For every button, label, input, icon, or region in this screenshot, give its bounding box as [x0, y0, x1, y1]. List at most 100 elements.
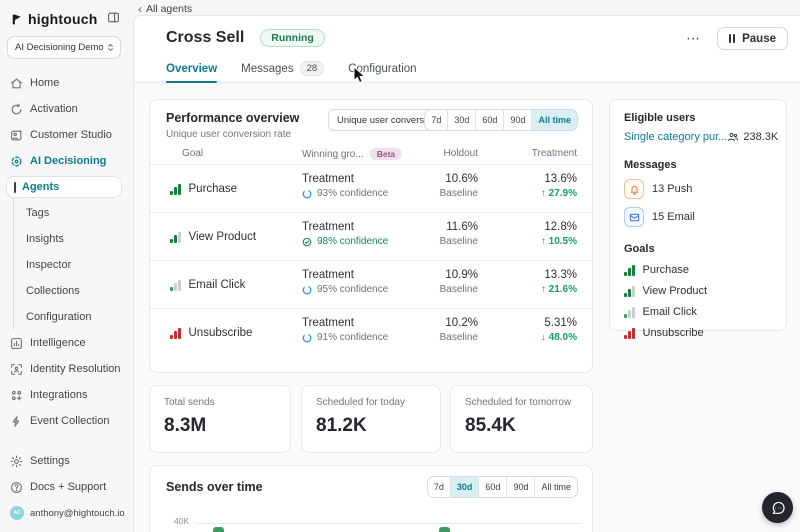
range-90d-button[interactable]: 90d	[503, 110, 531, 130]
stat-label: Total sends	[164, 397, 215, 408]
sidebar-item-integrations[interactable]: Integrations	[0, 382, 128, 408]
email-messages-row: 15 Email	[624, 207, 772, 227]
collapse-sidebar-icon[interactable]	[107, 11, 120, 24]
goal-item-view-product: View Product	[624, 285, 772, 297]
goal-bars-icon	[170, 328, 181, 339]
customer-studio-icon	[10, 129, 23, 142]
beta-badge: Beta	[370, 148, 402, 160]
sidebar-item-agents[interactable]: Agents	[6, 176, 122, 198]
agent-page: Cross Sell Running ⋯ Pause Overview Mess…	[133, 15, 800, 532]
y-axis-tick: 40K	[174, 516, 189, 526]
table-row-purchase[interactable]: Purchase Treatment 93% confidence 10.6%B…	[150, 164, 592, 212]
hightouch-logo-icon	[10, 13, 23, 26]
table-row-email-click[interactable]: Email Click Treatment 95% confidence 10.…	[150, 260, 592, 308]
messages-heading: Messages	[624, 159, 772, 171]
overflow-menu-icon[interactable]: ⋯	[686, 30, 701, 47]
chart-bar	[439, 527, 450, 532]
tab-overview[interactable]: Overview	[166, 61, 217, 82]
sidebar-item-collections[interactable]: Collections	[0, 278, 128, 304]
range-all-time-button[interactable]: All time	[534, 477, 577, 497]
avatar: AC	[10, 506, 24, 520]
tab-bar: Overview Messages 28 Configuration	[134, 61, 800, 83]
lift-up: ↑ 10.5%	[499, 236, 577, 247]
goal-bars-icon	[170, 280, 181, 291]
sends-range-selector: 7d 30d 60d 90d All time	[427, 476, 578, 498]
sidebar-item-inspector[interactable]: Inspector	[0, 252, 128, 278]
lift-up: ↑ 27.9%	[499, 188, 577, 199]
back-chevron-icon: ‹	[138, 4, 142, 14]
table-row-view-product[interactable]: View Product Treatment 98% confidence 11…	[150, 212, 592, 260]
sidebar-item-customer-studio[interactable]: Customer Studio	[0, 122, 128, 148]
gear-icon	[10, 455, 23, 468]
event-collection-icon	[10, 415, 23, 428]
messages-count-badge: 28	[300, 61, 325, 76]
range-90d-button[interactable]: 90d	[506, 477, 534, 497]
performance-subtitle: Unique user conversion rate	[166, 129, 291, 140]
performance-overview-card: Performance overview Unique user convers…	[149, 99, 593, 373]
audience-link[interactable]: Single category pur...	[624, 131, 727, 143]
sidebar: hightouch AI Decisioning Demo - ... Home…	[0, 0, 128, 532]
bell-icon	[629, 184, 640, 195]
push-chip	[624, 179, 644, 199]
sidebar-item-configuration[interactable]: Configuration	[0, 304, 128, 330]
agent-summary-card: Eligible users Single category pur... 23…	[609, 99, 787, 331]
ai-decisioning-icon	[10, 155, 23, 168]
audience-count: 238.3K	[743, 131, 778, 143]
chart-bar	[213, 527, 224, 532]
sidebar-item-account[interactable]: AC anthony@hightouch.io	[0, 500, 128, 526]
performance-range-selector: 7d 30d 60d 90d All time	[424, 109, 578, 131]
range-7d-button[interactable]: 7d	[425, 110, 447, 130]
range-all-time-button[interactable]: All time	[531, 110, 577, 130]
users-icon	[727, 131, 739, 143]
tab-configuration[interactable]: Configuration	[348, 61, 416, 82]
agent-header: Cross Sell Running ⋯ Pause Overview Mess…	[134, 16, 800, 83]
sidebar-item-tags[interactable]: Tags	[0, 200, 128, 226]
stat-value: 8.3M	[164, 415, 206, 437]
goal-bars-icon	[170, 184, 181, 195]
home-icon	[10, 77, 23, 90]
sidebar-item-intelligence[interactable]: Intelligence	[0, 330, 128, 356]
sidebar-item-ai-decisioning[interactable]: AI Decisioning	[0, 148, 128, 174]
integrations-icon	[10, 389, 23, 402]
tab-messages[interactable]: Messages 28	[241, 61, 324, 82]
sidebar-item-settings[interactable]: Settings	[0, 448, 128, 474]
sidebar-item-event-collection[interactable]: Event Collection	[0, 408, 128, 434]
confidence-check-icon	[302, 237, 312, 247]
goal-bars-icon	[170, 232, 181, 243]
range-30d-button[interactable]: 30d	[450, 477, 479, 497]
overview-content: Performance overview Unique user convers…	[134, 83, 800, 532]
stat-label: Scheduled for today	[316, 397, 405, 408]
scheduled-tomorrow-card: Scheduled for tomorrow 85.4K	[450, 385, 593, 453]
scheduled-today-card: Scheduled for today 81.2K	[301, 385, 441, 453]
total-sends-card: Total sends 8.3M	[149, 385, 291, 453]
goal-bars-icon	[624, 307, 635, 318]
lift-down: ↓ 48.0%	[499, 332, 577, 343]
goal-item-unsubscribe: Unsubscribe	[624, 327, 772, 339]
performance-title: Performance overview	[166, 111, 299, 125]
table-row-unsubscribe[interactable]: Unsubscribe Treatment 91% confidence 10.…	[150, 308, 592, 356]
chat-launcher-button[interactable]	[762, 492, 793, 523]
column-treatment: Treatment	[499, 148, 577, 159]
pause-button[interactable]: Pause	[717, 27, 788, 50]
workspace-selector[interactable]: AI Decisioning Demo - ...	[7, 36, 121, 59]
range-60d-button[interactable]: 60d	[475, 110, 503, 130]
sidebar-item-home[interactable]: Home	[0, 70, 128, 96]
sidebar-item-activation[interactable]: Activation	[0, 96, 128, 122]
range-60d-button[interactable]: 60d	[478, 477, 506, 497]
help-icon	[10, 481, 23, 494]
chevron-updown-icon	[106, 43, 115, 52]
goals-heading: Goals	[624, 243, 772, 255]
sidebar-item-docs-support[interactable]: Docs + Support	[0, 474, 128, 500]
sidebar-item-identity-resolution[interactable]: Identity Resolution	[0, 356, 128, 382]
gridline	[196, 523, 582, 524]
lift-up: ↑ 21.6%	[499, 284, 577, 295]
breadcrumb-all-agents[interactable]: ‹ All agents	[138, 3, 192, 15]
stat-label: Scheduled for tomorrow	[465, 397, 571, 408]
brand-name: hightouch	[28, 11, 97, 27]
range-30d-button[interactable]: 30d	[447, 110, 475, 130]
column-goal: Goal	[182, 148, 203, 159]
sidebar-item-insights[interactable]: Insights	[0, 226, 128, 252]
activation-icon	[10, 103, 23, 116]
range-7d-button[interactable]: 7d	[428, 477, 450, 497]
column-winning-group: Winning gro... Beta	[302, 148, 402, 160]
